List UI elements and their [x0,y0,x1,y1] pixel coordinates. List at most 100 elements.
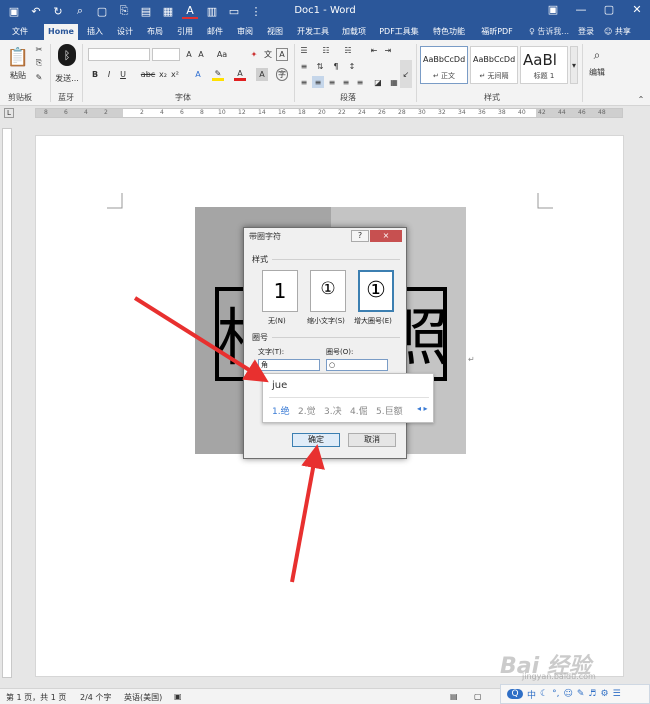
enclose-char-icon[interactable]: 字 [276,68,288,81]
tab-home[interactable]: Home [44,24,78,40]
ime-page-nav[interactable]: ◂ ▸ [417,404,428,413]
tab-review[interactable]: 审阅 [232,24,258,40]
tab-view[interactable]: 视图 [262,24,288,40]
char-border-icon[interactable]: A [276,48,288,61]
ok-button[interactable]: 确定 [292,433,340,447]
ime-logo-icon[interactable]: Q [507,689,523,699]
styles-scroll-icon[interactable]: ▾ [570,46,578,84]
shrink-font-button[interactable]: A [196,48,206,61]
option-none[interactable]: 1 [262,270,298,312]
shading-icon[interactable]: ◪ [372,76,384,88]
align-right-icon[interactable]: ≡ [326,76,338,88]
share-button[interactable]: ☺ 共享 [604,24,631,40]
editing-button[interactable]: 编辑 [586,66,608,78]
show-marks-icon[interactable]: ¶ [330,60,342,72]
page-count[interactable]: 第 1 页，共 1 页 [6,692,66,703]
ime-mode[interactable]: 中 [527,688,536,701]
settings-icon[interactable]: ⚙ [600,689,608,699]
paste-icon[interactable]: 📋 [6,44,30,70]
change-case-button[interactable]: Aa [214,48,230,61]
font-color-button[interactable]: A [234,68,246,81]
tab-layout[interactable]: 布局 [142,24,168,40]
ime-candidate[interactable]: 1.绝 [272,404,290,417]
paste-button[interactable]: 粘贴 [6,70,30,80]
copy-icon[interactable]: ⎘ [34,58,44,68]
underline-button[interactable]: U [118,68,128,81]
italic-button[interactable]: I [104,68,114,81]
ime-candidate[interactable]: 4.倔 [350,404,368,417]
tab-file[interactable]: 文件 [4,24,36,40]
macro-icon[interactable]: ▣ [174,692,182,701]
highlight-icon[interactable]: ✎ [212,68,224,81]
search-icon[interactable]: ⌕ [588,46,606,64]
superscript-button[interactable]: x² [170,68,180,81]
print-layout-icon[interactable]: ▢ [474,692,482,701]
tab-developer[interactable]: 开发工具 [292,24,334,40]
distribute-icon[interactable]: ≡ [354,76,366,88]
help-button[interactable]: ? [351,230,369,242]
clear-format-icon[interactable]: ✦ [248,48,260,61]
moon-icon[interactable]: ☾ [540,689,548,699]
strikethrough-button[interactable]: abc [140,68,156,81]
ime-candidate[interactable]: 5.巨额 [376,404,403,417]
option-shrink-text[interactable]: ① [310,270,346,312]
emoji-icon[interactable]: ☺ [563,689,572,699]
circle-select[interactable]: ○ [326,359,388,371]
tab-addins[interactable]: 加载项 [338,24,370,40]
chinese-layout-icon[interactable]: ≡ [298,60,310,72]
text-input[interactable]: 角 [258,359,320,371]
para-settings-icon[interactable]: ↙ [400,60,412,88]
tab-stop-icon[interactable]: L [4,108,14,118]
bold-button[interactable]: B [90,68,100,81]
align-center-icon[interactable]: ≡ [312,76,324,88]
tab-pdf-tools[interactable]: PDF工具集 [374,24,424,40]
phonetic-icon[interactable]: 文 [262,48,274,61]
bullets-icon[interactable]: ☰ [298,44,310,56]
style-normal[interactable]: AaBbCcDd ↵ 正文 [420,46,468,84]
login-link[interactable]: 登录 [578,24,594,40]
tell-me-search[interactable]: ♀ 告诉我... [529,24,569,40]
tab-foxit-pdf[interactable]: 福昕PDF [474,24,520,40]
cut-icon[interactable]: ✂ [34,44,44,54]
ime-candidate[interactable]: 2.觉 [298,404,316,417]
tab-mailings[interactable]: 邮件 [202,24,228,40]
horizontal-ruler[interactable]: L 8 6 4 2 2 4 6 8 10 12 14 16 18 20 22 2… [0,106,650,120]
ime-candidate[interactable]: 3.决 [324,404,342,417]
tab-references[interactable]: 引用 [172,24,198,40]
font-size-box[interactable] [152,48,180,61]
close-icon[interactable]: ✕ [630,3,644,16]
word-count[interactable]: 2/4 个字 [80,692,111,703]
justify-icon[interactable]: ≡ [340,76,352,88]
text-effects-icon[interactable]: A [192,68,204,81]
read-mode-icon[interactable]: ▤ [450,692,458,701]
format-painter-icon[interactable]: ✎ [34,72,44,82]
vertical-ruler[interactable] [2,128,12,678]
align-left-icon[interactable]: ≡ [298,76,310,88]
numbering-icon[interactable]: ☷ [320,44,332,56]
char-shading-icon[interactable]: A [256,68,268,81]
style-heading-1[interactable]: AaBl 标题 1 [520,46,568,84]
bluetooth-icon[interactable]: ᛒ [58,44,76,66]
tab-features[interactable]: 特色功能 [428,24,470,40]
borders-icon[interactable]: ▦ [388,76,400,88]
tab-design[interactable]: 设计 [112,24,138,40]
increase-indent-icon[interactable]: ⇥ [382,44,394,56]
option-enlarge-symbol[interactable]: ① [358,270,394,312]
punct-icon[interactable]: °, [552,689,559,699]
multilevel-icon[interactable]: ☵ [342,44,354,56]
handwrite-icon[interactable]: ✎ [577,689,585,699]
sort-icon[interactable]: ⇅ [314,60,326,72]
collapse-ribbon-icon[interactable]: ⌃ [636,94,646,104]
voice-icon[interactable]: ♬ [588,689,596,699]
decrease-indent-icon[interactable]: ⇤ [368,44,380,56]
subscript-button[interactable]: x₂ [158,68,168,81]
minimize-icon[interactable]: — [574,3,588,16]
style-no-spacing[interactable]: AaBbCcDd ↵ 无间隔 [470,46,518,84]
tab-insert[interactable]: 插入 [82,24,108,40]
font-name-box[interactable] [88,48,150,61]
grow-font-button[interactable]: A [184,48,194,61]
close-button[interactable]: × [370,230,402,242]
language[interactable]: 英语(美国) [124,692,162,703]
cancel-button[interactable]: 取消 [348,433,396,447]
line-spacing-icon[interactable]: ↕ [346,60,358,72]
